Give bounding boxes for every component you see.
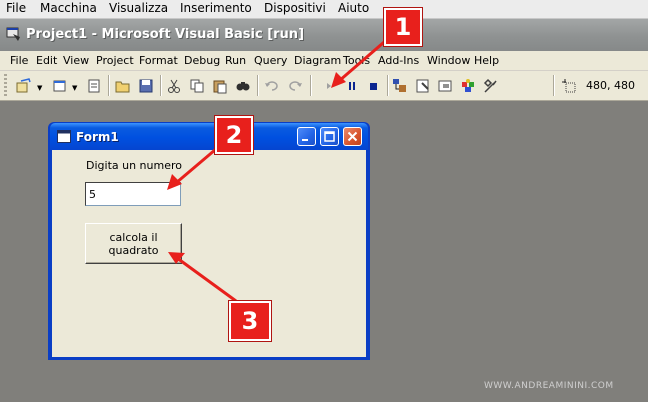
arrow-2-head	[167, 174, 182, 190]
arrow-3-line	[176, 256, 237, 303]
callout-1: 1	[384, 8, 422, 46]
annotation-arrows	[167, 35, 391, 303]
arrow-1-head	[331, 72, 346, 88]
callout-3: 3	[229, 301, 271, 341]
callout-2: 2	[215, 116, 253, 154]
arrow-1-line	[338, 35, 391, 83]
watermark: WWW.ANDREAMININI.COM	[484, 381, 614, 391]
